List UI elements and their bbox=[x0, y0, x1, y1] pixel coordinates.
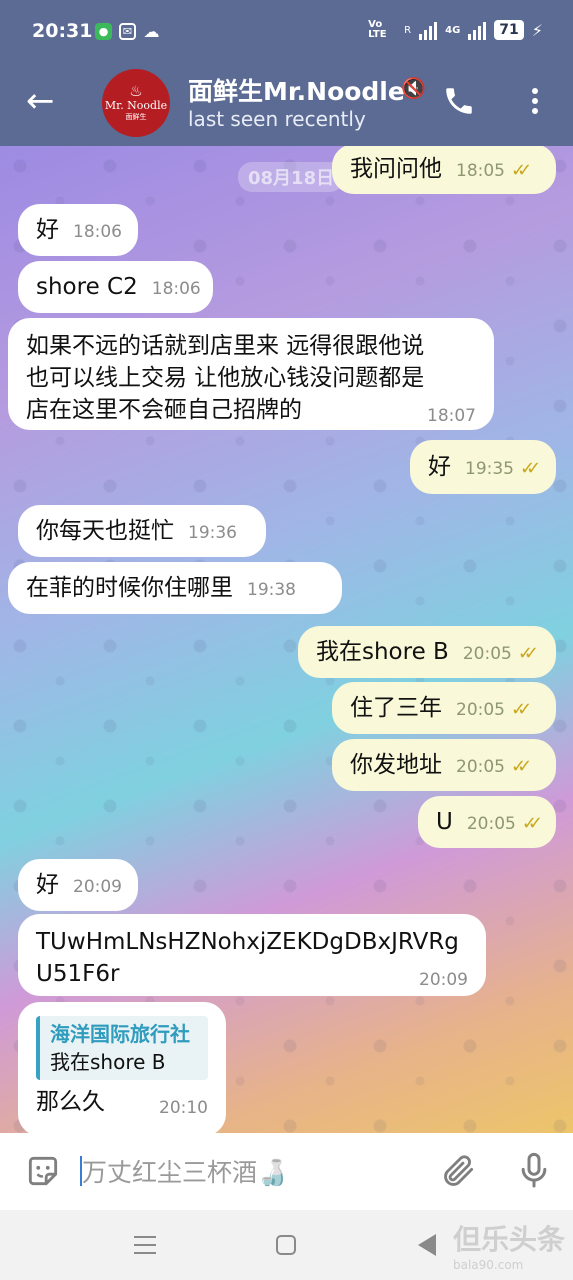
message-text: 那么久 bbox=[36, 1089, 105, 1115]
message-composer: 万丈红尘三杯酒🍶 bbox=[0, 1133, 573, 1210]
battery-level: 71 bbox=[494, 20, 524, 40]
message-input[interactable]: 万丈红尘三杯酒🍶 bbox=[82, 1153, 288, 1189]
message-bubble-incoming[interactable]: TUwHmLNsHZNohxjZEKDgDBxJRVRg U51F6r 20:0… bbox=[18, 914, 486, 996]
message-bubble-reply[interactable]: 海洋国际旅行社 我在shore B 那么久 20:10 bbox=[18, 1002, 226, 1133]
double-check-icon: ✓✓ bbox=[520, 458, 541, 479]
avatar-label: Mr. Noodle bbox=[104, 99, 168, 112]
microphone-icon[interactable] bbox=[514, 1150, 554, 1192]
wechat-notification-icon: ● bbox=[95, 23, 112, 40]
message-text: 我问问他 bbox=[350, 156, 442, 182]
chat-header: ← ♨ Mr. Noodle 面鲜生 面鲜生Mr.Noodle 🔇 last s… bbox=[0, 64, 573, 146]
message-list[interactable]: 08月18日 我问问他 18:05 ✓✓ 好 18:06 shore C2 18:06 … bbox=[0, 146, 573, 1133]
status-bar: 20:31 ● ✉ ☁ Vo LTE R 4G 71 ⚡ bbox=[0, 0, 573, 64]
avatar-sublabel: 面鲜生 bbox=[125, 113, 147, 121]
paperclip-icon[interactable] bbox=[440, 1152, 478, 1190]
message-bubble-outgoing[interactable]: U 20:05 ✓✓ bbox=[418, 796, 556, 848]
message-bubble-incoming[interactable]: 在菲的时候你住哪里 19:38 bbox=[8, 562, 342, 614]
last-seen-status: last seen recently bbox=[188, 107, 366, 131]
message-text: U bbox=[436, 809, 453, 835]
message-time: 19:36 bbox=[188, 523, 237, 543]
message-text: 你发地址 bbox=[350, 752, 442, 778]
chat-title[interactable]: 面鲜生Mr.Noodle bbox=[188, 72, 423, 108]
roaming-indicator: R bbox=[404, 24, 412, 36]
quoted-sender: 海洋国际旅行社 bbox=[50, 1022, 190, 1046]
watermark-text: 但乐头条 bbox=[453, 1223, 566, 1256]
charging-icon: ⚡ bbox=[531, 20, 543, 40]
sticker-emoji-icon[interactable] bbox=[24, 1152, 62, 1190]
avatar[interactable]: ♨ Mr. Noodle 面鲜生 bbox=[102, 69, 170, 137]
network-type: 4G bbox=[445, 24, 461, 36]
muted-speaker-icon: 🔇 bbox=[401, 76, 426, 100]
message-text: 我在shore B bbox=[316, 639, 449, 665]
message-text: 好 bbox=[428, 454, 451, 480]
message-time: 20:05 bbox=[456, 700, 505, 720]
volte-indicator: Vo LTE bbox=[368, 19, 387, 40]
double-check-icon: ✓✓ bbox=[511, 160, 532, 181]
quoted-message[interactable]: 海洋国际旅行社 我在shore B bbox=[36, 1016, 208, 1080]
message-bubble-incoming[interactable]: 好 18:06 bbox=[18, 204, 138, 256]
message-time: 20:05 bbox=[462, 644, 512, 664]
message-bubble-outgoing[interactable]: 我问问他 18:05 ✓✓ bbox=[332, 146, 556, 194]
message-time: 20:09 bbox=[73, 877, 122, 897]
status-time: 20:31 bbox=[32, 20, 93, 42]
signal-bars-1-icon bbox=[419, 20, 438, 40]
message-bubble-outgoing[interactable]: 你发地址 20:05 ✓✓ bbox=[332, 739, 556, 791]
double-check-icon: ✓✓ bbox=[511, 699, 532, 720]
message-time: 20:05 bbox=[466, 814, 516, 834]
double-check-icon: ✓✓ bbox=[511, 756, 532, 777]
message-bubble-incoming[interactable]: shore C2 18:06 bbox=[18, 261, 213, 313]
message-line: TUwHmLNsHZNohxjZEKDgDBxJRVRg bbox=[36, 929, 459, 955]
signal-bars-2-icon bbox=[468, 20, 487, 40]
recent-apps-icon[interactable] bbox=[134, 1236, 156, 1254]
watermark-url: bala90.com bbox=[453, 1258, 524, 1272]
message-text: 你每天也挺忙 bbox=[36, 518, 174, 544]
message-text: 好 bbox=[36, 872, 59, 898]
message-text: 住了三年 bbox=[350, 695, 442, 721]
message-line: 如果不远的话就到店里来 远得很跟他说 bbox=[26, 333, 425, 359]
watermark: 但乐头条 bala90.com bbox=[398, 1218, 565, 1272]
double-check-icon: ✓✓ bbox=[517, 643, 539, 664]
noodle-bowl-icon: ♨ bbox=[129, 82, 143, 100]
message-time: 19:38 bbox=[247, 580, 296, 600]
date-badge: 08月18日 bbox=[238, 162, 345, 192]
more-vertical-icon[interactable] bbox=[525, 84, 545, 118]
message-bubble-outgoing[interactable]: 好 19:35 ✓✓ bbox=[410, 440, 556, 494]
quoted-text: 我在shore B bbox=[50, 1050, 166, 1074]
home-icon[interactable] bbox=[276, 1235, 296, 1255]
message-time: 20:05 bbox=[456, 757, 505, 777]
notification-icons: ● ✉ ☁ bbox=[95, 22, 160, 41]
message-time: 18:05 bbox=[456, 161, 505, 181]
double-check-icon: ✓✓ bbox=[521, 813, 543, 834]
message-line: 也可以线上交易 让他放心钱没问题都是 bbox=[26, 365, 425, 391]
message-text: shore C2 bbox=[36, 274, 138, 300]
back-arrow-icon[interactable]: ← bbox=[26, 84, 55, 118]
message-line: 店在这里不会砸自己招牌的 bbox=[26, 397, 302, 423]
message-bubble-incoming[interactable]: 如果不远的话就到店里来 远得很跟他说 也可以线上交易 让他放心钱没问题都是 店在… bbox=[8, 318, 494, 430]
message-time: 18:07 bbox=[427, 406, 476, 426]
message-text: 好 bbox=[36, 217, 59, 243]
message-bubble-outgoing[interactable]: 我在shore B 20:05 ✓✓ bbox=[298, 626, 556, 678]
message-time: 18:06 bbox=[73, 222, 122, 242]
system-status: Vo LTE R 4G 71 ⚡ bbox=[368, 20, 543, 40]
message-bubble-incoming[interactable]: 你每天也挺忙 19:36 bbox=[18, 505, 266, 557]
message-time: 20:09 bbox=[419, 970, 468, 990]
system-nav-bar: 但乐头条 bala90.com bbox=[0, 1210, 573, 1280]
message-time: 20:10 bbox=[159, 1098, 208, 1118]
phone-icon[interactable] bbox=[442, 84, 476, 118]
message-time: 19:35 bbox=[465, 459, 514, 479]
message-time: 18:06 bbox=[151, 279, 201, 299]
message-bubble-outgoing[interactable]: 住了三年 20:05 ✓✓ bbox=[332, 682, 556, 734]
mail-notification-icon: ✉ bbox=[119, 23, 136, 40]
message-bubble-incoming[interactable]: 好 20:09 bbox=[18, 859, 138, 911]
message-text: 在菲的时候你住哪里 bbox=[26, 575, 233, 601]
message-line: U51F6r bbox=[36, 961, 120, 987]
cloud-notification-icon: ☁ bbox=[143, 22, 160, 41]
